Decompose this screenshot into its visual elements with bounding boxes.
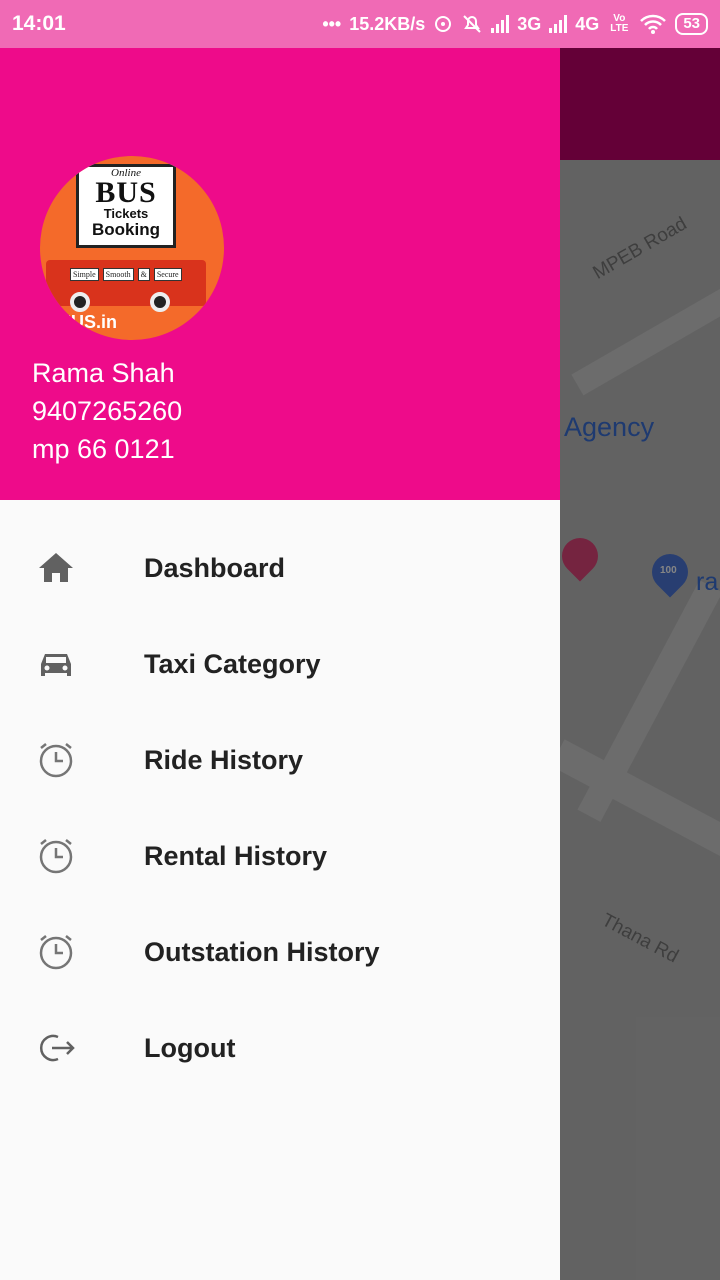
navigation-drawer: Online BUS Tickets Booking Simple Smooth… — [0, 48, 560, 1280]
logo-tags: Simple Smooth & Secure — [70, 268, 182, 281]
logout-icon — [40, 1034, 75, 1062]
menu-item-ride-history[interactable]: Ride History — [0, 712, 560, 808]
hotspot-icon — [435, 16, 452, 32]
alarm-off-icon — [463, 15, 481, 33]
status-dots: ••• — [322, 13, 342, 34]
menu-label-logout: Logout — [144, 1032, 236, 1063]
logo-bus-text: BUS — [95, 176, 157, 209]
logo-tag: Secure — [153, 268, 182, 281]
network-3g: 3G — [517, 13, 542, 34]
logo-tag: Smooth — [102, 268, 134, 281]
home-icon — [39, 553, 73, 582]
menu-item-logout[interactable]: Logout — [0, 1000, 560, 1096]
wifi-icon — [640, 14, 667, 34]
network-4g: 4G — [575, 13, 600, 34]
logo-tag: & — [137, 268, 150, 281]
user-vehicle-number: mp 66 0121 — [32, 434, 175, 464]
clock-icon — [39, 743, 73, 778]
avatar: Online BUS Tickets Booking Simple Smooth… — [40, 156, 224, 340]
battery-indicator: 53 — [675, 13, 708, 35]
status-icons: ••• 15.2KB/s 3G 4G Vo LTE 53 — [322, 13, 708, 35]
clock-icon — [39, 839, 73, 874]
menu-label-ride-history: Ride History — [144, 744, 304, 775]
user-phone: 9407265260 — [32, 396, 183, 426]
status-bar: 14:01 ••• 15.2KB/s 3G 4G Vo LTE 53 — [0, 0, 720, 48]
logo-tickets-text: Tickets — [103, 206, 149, 221]
logo-url-text: IUS.in — [66, 312, 118, 332]
network-speed: 15.2KB/s — [349, 13, 426, 34]
volte-label: Vo LTE — [610, 13, 629, 34]
user-name: Rama Shah — [32, 358, 175, 388]
signal-icon-2 — [549, 15, 568, 33]
bus-wheel — [70, 292, 90, 312]
clock-icon — [39, 935, 73, 970]
menu-label-taxi-category: Taxi Category — [144, 648, 321, 679]
bus-wheel — [150, 292, 170, 312]
logo-booking-text: Booking — [92, 220, 160, 239]
menu-item-rental-history[interactable]: Rental History — [0, 808, 560, 904]
bus-logo: Online BUS Tickets Booking — [76, 164, 176, 248]
drawer-header: Online BUS Tickets Booking Simple Smooth… — [0, 48, 560, 500]
status-time: 14:01 — [12, 12, 66, 35]
car-icon — [41, 654, 71, 676]
drawer-menu: Dashboard Taxi Category Ride History Ren… — [0, 500, 560, 1096]
signal-icon-1 — [491, 15, 510, 33]
menu-item-outstation-history[interactable]: Outstation History — [0, 904, 560, 1000]
menu-item-taxi-category[interactable]: Taxi Category — [0, 616, 560, 712]
menu-label-dashboard: Dashboard — [144, 552, 286, 583]
logo-tag: Simple — [70, 268, 99, 281]
menu-label-rental-history: Rental History — [144, 840, 328, 871]
menu-item-dashboard[interactable]: Dashboard — [0, 520, 560, 616]
menu-label-outstation-history: Outstation History — [144, 936, 380, 967]
